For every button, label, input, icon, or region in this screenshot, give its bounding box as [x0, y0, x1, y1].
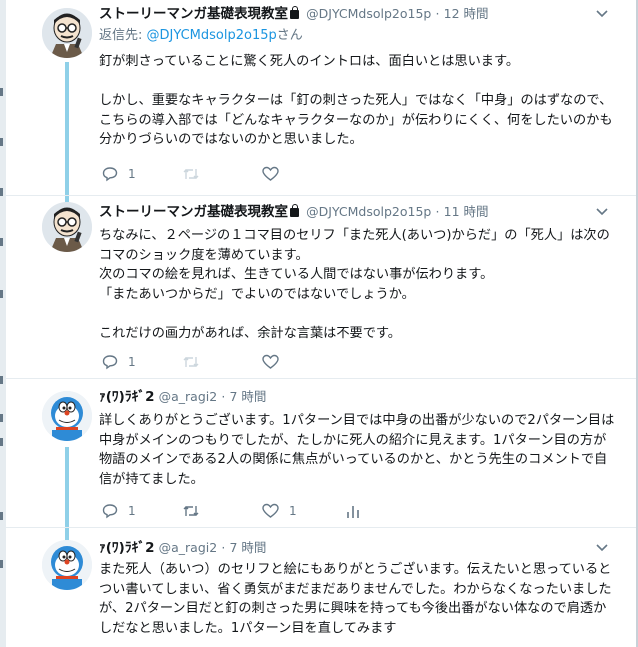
tweet-actions: 1 [102, 164, 402, 184]
robot-cat-avatar-icon [42, 391, 92, 441]
reply-prefix: 返信先: [99, 28, 147, 43]
display-name[interactable]: ストーリーマンガ基礎表現教室 [99, 6, 288, 22]
avatar[interactable] [42, 540, 92, 590]
analytics-button[interactable] [346, 501, 360, 521]
tweet-text: ちなみに、２ページの１コマ目のセリフ「また死人(あいつ)からだ」の「死人」は次の… [99, 228, 610, 341]
manga-teacher-avatar-icon [42, 8, 92, 58]
reply-count: 1 [128, 167, 136, 181]
tweet-content: ストーリーマンガ基礎表現教室 @DJYCMdsolp2o15p · 12 時間 … [99, 0, 619, 150]
tweet-header: ストーリーマンガ基礎表現教室 @DJYCMdsolp2o15p · 12 時間 [99, 4, 619, 24]
display-name[interactable]: ストーリーマンガ基礎表現教室 [99, 204, 288, 220]
user-handle[interactable]: @a_ragi2 [159, 389, 218, 404]
retweet-button[interactable] [182, 164, 200, 184]
chevron-down-icon[interactable] [596, 208, 608, 216]
manga-teacher-avatar-icon [42, 202, 92, 252]
display-name[interactable]: ｧ(ﾜ)ﾗｷﾞ2 [99, 540, 154, 556]
separator-dot: · [435, 6, 440, 21]
lock-icon [290, 6, 299, 19]
tweet-header: ｧ(ﾜ)ﾗｷﾞ2 @a_ragi2 · 7 時間 [99, 387, 619, 407]
tweet[interactable]: ｧ(ﾜ)ﾗｷﾞ2 @a_ragi2 · 7 時間 詳しくありがとうございます。1… [6, 379, 636, 551]
user-handle[interactable]: @DJYCMdsolp2o15p [306, 204, 431, 219]
tweet-actions: 1 [102, 352, 402, 372]
like-button[interactable]: 1 [262, 501, 297, 521]
retweet-button[interactable] [182, 352, 200, 372]
reply-count: 1 [128, 355, 136, 369]
timestamp[interactable]: 7 時間 [229, 389, 266, 404]
reply-context: 返信先: @DJYCMdsolp2o15pさん [99, 26, 619, 46]
retweet-button[interactable] [182, 501, 200, 521]
tweet-text: 釘が刺さっていることに驚く死人のイントロは、面白いとは思います。 しかし、重要な… [99, 54, 613, 147]
like-count: 1 [289, 504, 297, 518]
retweet-icon [183, 169, 199, 179]
reply-button[interactable]: 1 [102, 164, 136, 184]
like-button[interactable] [262, 164, 279, 184]
retweet-icon [183, 357, 199, 367]
reply-icon [102, 167, 118, 182]
tweet-header: ｧ(ﾜ)ﾗｷﾞ2 @a_ragi2 · 7 時間 [99, 538, 619, 558]
heart-icon [262, 503, 279, 518]
retweet-icon [183, 506, 199, 516]
tweet-content: ストーリーマンガ基礎表現教室 @DJYCMdsolp2o15p · 11 時間 … [99, 196, 619, 343]
thread-connector [65, 62, 69, 212]
timestamp[interactable]: 11 時間 [444, 204, 489, 219]
tweet-content: ｧ(ﾜ)ﾗｷﾞ2 @a_ragi2 · 7 時間 また死人（あいつ）のセリフと絵… [99, 528, 619, 638]
avatar[interactable] [42, 202, 92, 252]
lock-icon [290, 204, 299, 217]
reply-suffix: さん [276, 28, 303, 43]
avatar[interactable] [42, 391, 92, 441]
reply-icon [102, 504, 118, 519]
tweet[interactable]: ストーリーマンガ基礎表現教室 @DJYCMdsolp2o15p · 11 時間 … [6, 196, 636, 378]
reply-button[interactable]: 1 [102, 501, 136, 521]
heart-icon [262, 166, 279, 181]
tweet-text: また死人（あいつ）のセリフと絵にもありがとうございます。伝えたいと思っているとつ… [99, 562, 612, 636]
separator-dot: · [435, 204, 440, 219]
display-name[interactable]: ｧ(ﾜ)ﾗｷﾞ2 [99, 389, 154, 405]
user-handle[interactable]: @DJYCMdsolp2o15p [306, 6, 431, 21]
chevron-down-icon[interactable] [596, 10, 608, 18]
robot-cat-avatar-icon [42, 540, 92, 590]
timestamp[interactable]: 12 時間 [444, 6, 489, 21]
timestamp[interactable]: 7 時間 [229, 540, 266, 555]
tweet-content: ｧ(ﾜ)ﾗｷﾞ2 @a_ragi2 · 7 時間 詳しくありがとうございます。1… [99, 379, 619, 489]
reply-button[interactable]: 1 [102, 352, 136, 372]
tweet-header: ストーリーマンガ基礎表現教室 @DJYCMdsolp2o15p · 11 時間 [99, 202, 619, 222]
reply-count: 1 [128, 504, 136, 518]
chevron-down-icon[interactable] [596, 544, 608, 552]
avatar[interactable] [42, 8, 92, 58]
reply-icon [102, 355, 118, 370]
like-button[interactable] [262, 352, 279, 372]
analytics-icon [347, 506, 359, 518]
reply-handle-link[interactable]: @DJYCMdsolp2o15p [147, 28, 277, 43]
tweet[interactable]: ｧ(ﾜ)ﾗｷﾞ2 @a_ragi2 · 7 時間 また死人（あいつ）のセリフと絵… [6, 528, 636, 647]
separator-dot: · [221, 540, 226, 555]
heart-icon [262, 354, 279, 369]
user-handle[interactable]: @a_ragi2 [159, 540, 218, 555]
separator-dot: · [221, 389, 226, 404]
tweet-actions: 1 1 [102, 501, 402, 521]
tweet[interactable]: ストーリーマンガ基礎表現教室 @DJYCMdsolp2o15p · 12 時間 … [6, 0, 636, 212]
tweet-text: 詳しくありがとうございます。1パターン目では中身の出番が少ないので2パターン目は… [99, 413, 615, 487]
